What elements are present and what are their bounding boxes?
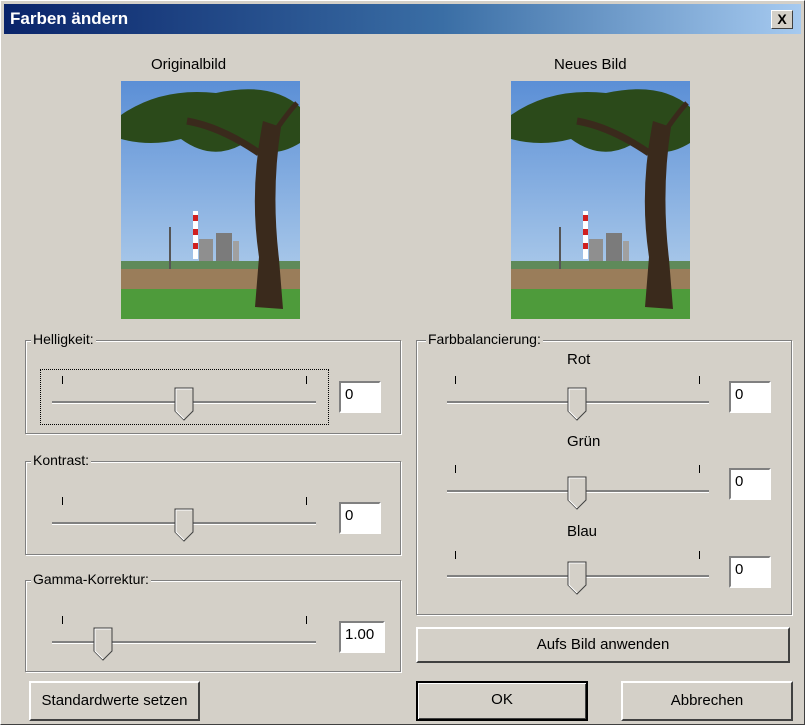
brightness-label: Helligkeit:	[31, 331, 96, 347]
close-button[interactable]: X	[771, 10, 793, 29]
contrast-value-field[interactable]: 0	[339, 502, 381, 534]
new-image	[511, 81, 690, 319]
contrast-tick-min	[62, 497, 63, 505]
cancel-button[interactable]: Abbrechen	[621, 681, 793, 721]
contrast-label: Kontrast:	[31, 452, 92, 468]
brightness-tick-min	[62, 376, 63, 384]
original-image-label: Originalbild	[151, 56, 227, 73]
green-tick-max	[699, 465, 700, 473]
title-bar: Farben ändern X	[4, 4, 801, 34]
gamma-tick-max	[306, 616, 307, 624]
ok-button[interactable]: OK	[416, 681, 588, 721]
green-tick-min	[455, 465, 456, 473]
window-title: Farben ändern	[10, 9, 129, 28]
contrast-slider-thumb[interactable]	[174, 508, 194, 542]
original-image	[121, 81, 300, 319]
red-value-field[interactable]: 0	[729, 381, 771, 413]
red-slider-thumb[interactable]	[567, 387, 587, 421]
red-tick-min	[455, 376, 456, 384]
color-balance-label: Farbbalancierung:	[426, 331, 543, 347]
apply-to-image-button[interactable]: Aufs Bild anwenden	[416, 627, 790, 663]
change-colors-dialog: Farben ändern X Originalbild Neues Bild …	[0, 0, 805, 725]
red-tick-max	[699, 376, 700, 384]
color-balance-group: Farbbalancierung: Rot 0 Grün 0 Blau 0	[416, 331, 792, 615]
green-value-field[interactable]: 0	[729, 468, 771, 500]
green-label: Grün	[567, 433, 601, 450]
brightness-group: Helligkeit: 0	[25, 331, 401, 434]
gamma-group: Gamma-Korrektur: 1.00	[25, 571, 401, 672]
blue-label: Blau	[567, 523, 598, 540]
gamma-label: Gamma-Korrektur:	[31, 571, 151, 587]
contrast-group: Kontrast: 0	[25, 452, 401, 555]
contrast-tick-max	[306, 497, 307, 505]
gamma-value-field[interactable]: 1.00	[339, 621, 385, 653]
gamma-slider-thumb[interactable]	[93, 627, 113, 661]
green-slider-thumb[interactable]	[567, 476, 587, 510]
blue-slider-thumb[interactable]	[567, 561, 587, 595]
blue-value-field[interactable]: 0	[729, 556, 771, 588]
gamma-tick-min	[62, 616, 63, 624]
brightness-tick-max	[306, 376, 307, 384]
gamma-slider-track[interactable]	[52, 641, 316, 644]
blue-tick-max	[699, 551, 700, 559]
new-image-label: Neues Bild	[554, 56, 627, 73]
set-defaults-button[interactable]: Standardwerte setzen	[29, 681, 200, 721]
blue-tick-min	[455, 551, 456, 559]
brightness-value-field[interactable]: 0	[339, 381, 381, 413]
red-label: Rot	[567, 351, 591, 368]
brightness-slider-thumb[interactable]	[174, 387, 194, 421]
